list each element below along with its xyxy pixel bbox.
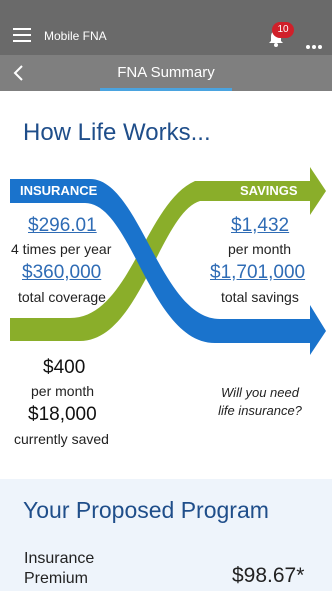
sub-header: FNA Summary <box>0 55 332 91</box>
page-title: FNA Summary <box>117 64 215 81</box>
current-monthly-caption: per month <box>31 383 95 399</box>
savings-total-link[interactable]: $1,701,000 <box>210 262 305 284</box>
savings-label: SAVINGS <box>240 183 298 198</box>
question-line-2: life insurance? <box>218 403 302 418</box>
section-title: How Life Works... <box>23 119 211 146</box>
current-saved-value: $18,000 <box>28 404 97 425</box>
current-saved-caption: currently saved <box>14 431 109 447</box>
savings-total-caption: total savings <box>221 289 299 305</box>
insurance-coverage-caption: total coverage <box>18 289 106 305</box>
insurance-label: INSURANCE <box>20 183 98 198</box>
insurance-premium-link[interactable]: $296.01 <box>28 215 97 237</box>
app-title: Mobile FNA <box>44 29 107 43</box>
notification-badge: 10 <box>272 22 294 38</box>
premium-label-line-1: Insurance <box>24 550 95 567</box>
app-bar: Mobile FNA 10 <box>0 0 332 55</box>
current-monthly-value: $400 <box>43 357 86 378</box>
question-text: Will you need life insurance? <box>205 385 315 418</box>
premium-label-line-2: Premium <box>24 570 89 587</box>
insurance-coverage-link[interactable]: $360,000 <box>22 262 101 284</box>
savings-monthly-link[interactable]: $1,432 <box>231 215 289 237</box>
question-line-1: Will you need <box>221 385 299 400</box>
insurance-premium-caption: 4 times per year <box>11 241 112 257</box>
premium-value: $98.67* <box>232 564 305 587</box>
more-options-icon[interactable] <box>306 36 324 49</box>
savings-monthly-caption: per month <box>228 241 292 257</box>
premium-label: Insurance Premium <box>24 549 94 589</box>
program-title: Your Proposed Program <box>23 497 269 523</box>
back-arrow-icon[interactable] <box>10 63 30 83</box>
proposed-program-section: Your Proposed Program Insurance Premium … <box>0 479 332 591</box>
how-life-works-section: How Life Works... INSURANCE SAVINGS $296… <box>0 91 332 479</box>
menu-icon[interactable] <box>13 28 31 42</box>
